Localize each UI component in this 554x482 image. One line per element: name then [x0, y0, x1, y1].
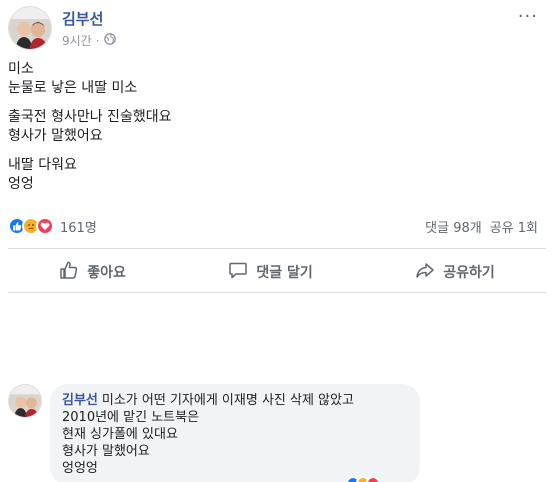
share-count-link[interactable]: 공유 1회 — [490, 217, 538, 236]
comment-button[interactable]: 댓글 달기 — [228, 260, 313, 284]
love-icon[interactable] — [36, 217, 54, 235]
comment-author-name[interactable]: 김부선 — [62, 393, 98, 408]
post-body: 미소 눈물로 낳은 내딸 미소 출국전 형사만나 진술했대요 형사가 말했어요 … — [8, 60, 528, 194]
globe-icon[interactable] — [103, 33, 116, 48]
post-line: 형사가 말했어요 — [8, 128, 103, 144]
post-header: 김부선 9시간 · ··· — [8, 6, 546, 54]
ellipsis-icon[interactable]: ··· — [518, 6, 538, 27]
post-line: 눈물로 낳은 내딸 미소 — [8, 80, 138, 96]
share-label: 공유하기 — [443, 265, 495, 281]
comment-count-link[interactable]: 댓글 98개 — [425, 217, 482, 236]
comment-bubble-icon — [228, 260, 248, 284]
post-timestamp[interactable]: 9시간 — [62, 32, 92, 49]
comment-bubble: 김부선 미소가 어떤 기자에게 이재명 사진 삭제 않았고 2010년에 맡긴 노… — [50, 384, 420, 482]
post-line: 내딸 다워요 — [8, 157, 77, 173]
comment-reactions[interactable] — [346, 476, 380, 482]
comment-line: 현재 싱가폴에 있대요 — [62, 427, 178, 442]
post-meta: 9시간 · — [62, 32, 116, 49]
comment-line: 형사가 말했어요 — [62, 444, 150, 459]
share-arrow-icon — [415, 260, 435, 284]
post-line: 출국전 형사만나 진술했대요 — [8, 109, 172, 125]
thumbs-up-icon — [59, 260, 79, 284]
post-line: 엉엉 — [8, 176, 34, 192]
post-actions: 좋아요 댓글 달기 공유하기 — [8, 256, 546, 288]
comment: 김부선 미소가 어떤 기자에게 이재명 사진 삭제 않았고 2010년에 맡긴 노… — [8, 384, 546, 482]
like-label: 좋아요 — [87, 265, 126, 281]
reaction-count[interactable]: 161명 — [60, 217, 97, 236]
comment-line: 2010년에 맡긴 노트북은 — [62, 410, 200, 425]
author-avatar[interactable] — [8, 6, 52, 50]
commenter-avatar[interactable] — [8, 384, 42, 418]
share-button[interactable]: 공유하기 — [415, 260, 495, 284]
reactions-summary: 161명 댓글 98개 공유 1회 — [8, 214, 546, 238]
divider — [8, 292, 546, 293]
comment-first-line: 김부선 미소가 어떤 기자에게 이재명 사진 삭제 않았고 — [62, 392, 408, 409]
post-line: 미소 — [8, 61, 34, 77]
engagement-stats: 댓글 98개 공유 1회 — [425, 217, 538, 236]
comment-line: 엉엉엉 — [62, 461, 98, 476]
reaction-icons[interactable] — [8, 217, 54, 235]
divider — [8, 248, 546, 249]
comment-label: 댓글 달기 — [256, 265, 313, 281]
post-author-name[interactable]: 김부선 — [62, 8, 103, 29]
like-button[interactable]: 좋아요 — [59, 260, 126, 284]
comment-text: 미소가 어떤 기자에게 이재명 사진 삭제 않았고 — [101, 393, 354, 408]
